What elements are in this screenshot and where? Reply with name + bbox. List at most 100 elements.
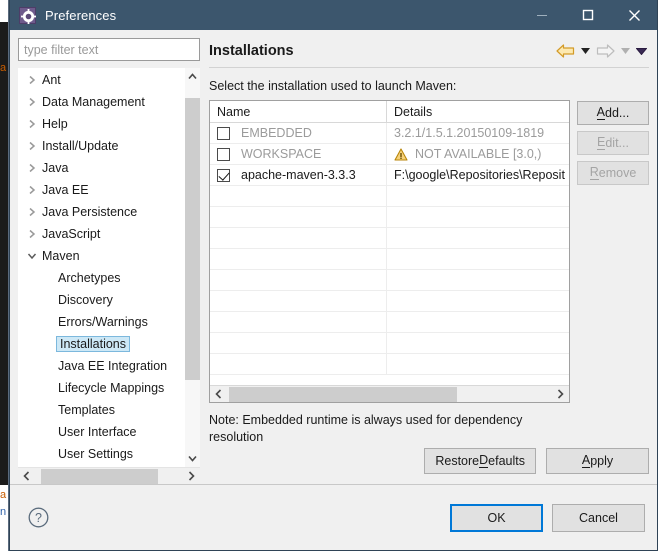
chevron-right-icon[interactable]	[24, 141, 40, 151]
header-divider	[209, 67, 649, 68]
help-circle-icon[interactable]: ?	[27, 507, 49, 529]
back-dropdown-icon[interactable]	[581, 48, 590, 54]
btn-accel: R	[589, 165, 599, 180]
table-hscroll-thumb[interactable]	[229, 386, 457, 402]
chevron-right-icon[interactable]	[24, 207, 40, 217]
column-header-name[interactable]: Name	[210, 101, 387, 122]
btn-label-post: dd...	[605, 106, 630, 120]
sidebar-item-installations[interactable]: Installations	[18, 333, 184, 355]
sidebar-item-lifecycle-mappings[interactable]: Lifecycle Mappings	[18, 377, 184, 399]
table-row[interactable]: apache-maven-3.3.3 F:\google\Repositories…	[210, 165, 569, 186]
sidebar-item-data-management[interactable]: Data Management	[18, 91, 184, 113]
maximize-button[interactable]	[565, 0, 611, 30]
chevron-left-icon[interactable]	[18, 471, 35, 481]
table-cell-empty	[210, 228, 387, 248]
background-text-fragment-1: a	[0, 62, 7, 74]
chevron-down-icon[interactable]	[185, 450, 200, 467]
close-button[interactable]	[611, 0, 657, 30]
sidebar-item-ant[interactable]: Ant	[18, 69, 184, 91]
sidebar-item-label: Ant	[42, 73, 61, 87]
column-header-details[interactable]: Details	[387, 101, 569, 122]
tree-scroll-track[interactable]	[185, 85, 200, 450]
table-cell-empty	[387, 186, 569, 206]
page-note: Note: Embedded runtime is always used fo…	[209, 413, 523, 444]
filter-input[interactable]: type filter text	[18, 38, 200, 61]
forward-arrow-icon	[596, 44, 615, 58]
sidebar-item-label: Java Persistence	[42, 205, 138, 219]
chevron-up-icon[interactable]	[185, 68, 200, 85]
sidebar-item-maven[interactable]: Maven	[18, 245, 184, 267]
chevron-left-icon[interactable]	[210, 389, 227, 399]
table-row-empty	[210, 312, 569, 333]
sidebar-item-java-persistence[interactable]: Java Persistence	[18, 201, 184, 223]
installation-checkbox[interactable]	[217, 168, 230, 182]
chevron-right-icon[interactable]	[24, 163, 40, 173]
chevron-right-icon[interactable]	[24, 119, 40, 129]
view-menu-dropdown-icon[interactable]	[636, 47, 647, 55]
table-horizontal-scrollbar[interactable]	[210, 385, 569, 402]
table-row-empty	[210, 354, 569, 375]
sidebar-item-discovery[interactable]: Discovery	[18, 289, 184, 311]
sidebar-item-java[interactable]: Java	[18, 157, 184, 179]
cancel-button[interactable]: Cancel	[552, 503, 645, 532]
table-cell-details: NOT AVAILABLE [3.0,)	[387, 144, 569, 164]
svg-text:?: ?	[35, 511, 42, 525]
minimize-button[interactable]	[519, 0, 565, 30]
table-cell-empty	[387, 333, 569, 353]
tree-horizontal-scrollbar[interactable]	[18, 467, 200, 484]
apply-button[interactable]: Apply	[546, 448, 649, 474]
sidebar-item-java-ee-integration[interactable]: Java EE Integration	[18, 355, 184, 377]
table-cell-empty	[387, 207, 569, 227]
table-cell-name: WORKSPACE	[210, 144, 387, 164]
chevron-right-icon[interactable]	[24, 75, 40, 85]
ok-button[interactable]: OK	[450, 503, 543, 532]
table-row[interactable]: WORKSPACE NOT AVAILABLE [3.0,)	[210, 144, 569, 165]
table-hscroll-track[interactable]	[227, 386, 552, 403]
chevron-right-icon[interactable]	[552, 389, 569, 399]
sidebar-item-label: User Settings	[58, 447, 134, 461]
chevron-right-icon[interactable]	[24, 229, 40, 239]
table-cell-empty	[210, 312, 387, 332]
sidebar-item-archetypes[interactable]: Archetypes	[18, 267, 184, 289]
installation-checkbox[interactable]	[217, 126, 230, 140]
preferences-tree-container: Ant Data Management Help Install/Update Java…	[18, 68, 200, 484]
sidebar-item-javascript[interactable]: JavaScript	[18, 223, 184, 245]
chevron-right-icon[interactable]	[24, 97, 40, 107]
background-text-fragment-2: a	[0, 489, 7, 501]
sidebar-item-user-settings[interactable]: User Settings	[18, 443, 184, 465]
sidebar-item-errors-warnings[interactable]: Errors/Warnings	[18, 311, 184, 333]
preferences-nav-panel: type filter text Ant Data Management Help I…	[18, 38, 200, 484]
back-arrow-icon[interactable]	[556, 44, 575, 58]
sidebar-item-templates[interactable]: Templates	[18, 399, 184, 421]
tree-hscroll-thumb[interactable]	[41, 468, 158, 484]
sidebar-item-label: Java EE	[42, 183, 89, 197]
gear-icon	[19, 6, 36, 24]
tree-vertical-scrollbar[interactable]	[184, 68, 200, 467]
table-row[interactable]: EMBEDDED 3.2.1/1.5.1.20150109-1819	[210, 123, 569, 144]
add-button[interactable]: Add...	[577, 101, 649, 125]
tree-scroll-thumb[interactable]	[185, 98, 200, 380]
table-cell-empty	[210, 186, 387, 206]
table-body: EMBEDDED 3.2.1/1.5.1.20150109-1819 WORKSPA…	[210, 123, 569, 385]
sidebar-item-install-update[interactable]: Install/Update	[18, 135, 184, 157]
table-cell-empty	[210, 333, 387, 353]
preferences-tree[interactable]: Ant Data Management Help Install/Update Java…	[18, 68, 184, 467]
installation-name: WORKSPACE	[241, 147, 322, 161]
installation-checkbox[interactable]	[217, 147, 230, 161]
sidebar-item-user-interface[interactable]: User Interface	[18, 421, 184, 443]
chevron-right-icon[interactable]	[24, 185, 40, 195]
chevron-right-icon[interactable]	[183, 471, 200, 481]
table-cell-empty	[210, 207, 387, 227]
table-cell-empty	[210, 291, 387, 311]
chevron-down-icon[interactable]	[24, 252, 40, 260]
tree-hscroll-track[interactable]	[35, 468, 183, 485]
installation-details: 3.2.1/1.5.1.20150109-1819	[394, 126, 545, 140]
sidebar-item-label: Templates	[58, 403, 115, 417]
apply-accel: A	[581, 453, 591, 468]
restore-defaults-button[interactable]: Restore Defaults	[424, 448, 536, 474]
window-controls	[519, 0, 657, 30]
sidebar-item-help[interactable]: Help	[18, 113, 184, 135]
sidebar-item-java-ee[interactable]: Java EE	[18, 179, 184, 201]
forward-dropdown-icon	[621, 48, 630, 54]
table-row-empty	[210, 207, 569, 228]
